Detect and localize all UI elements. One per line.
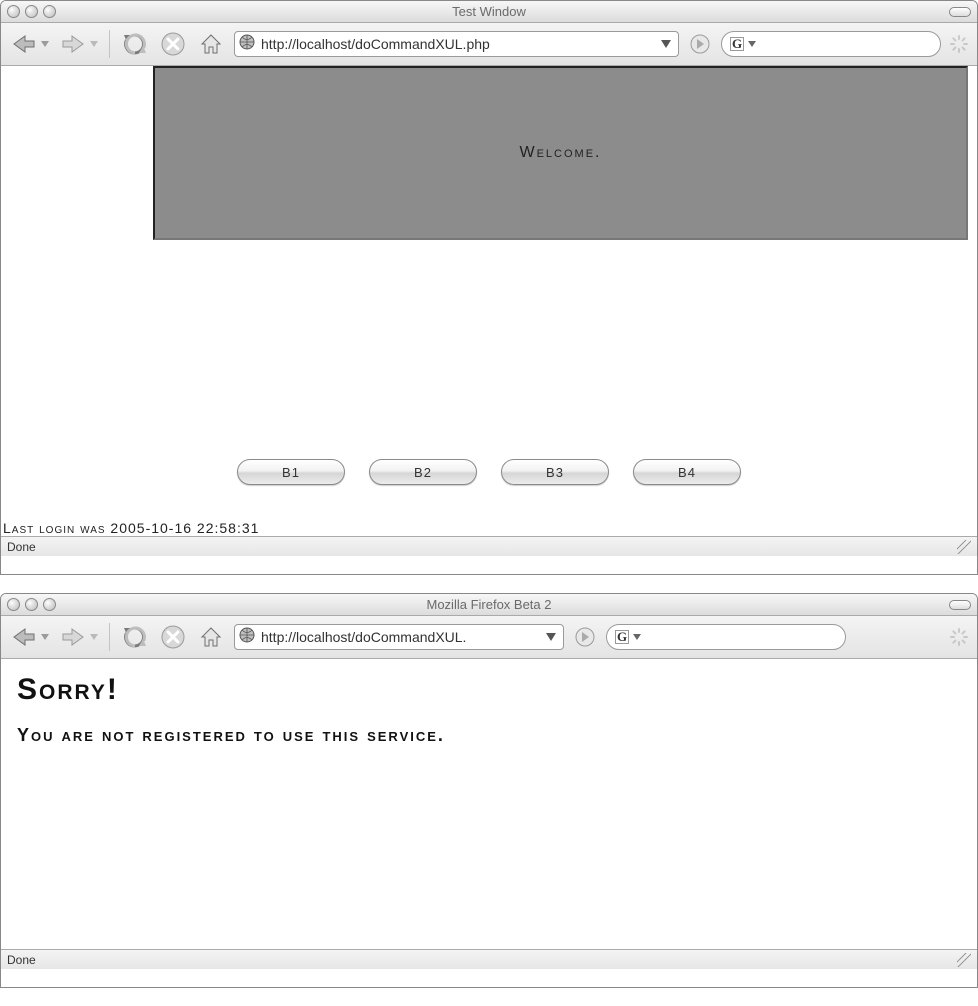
- site-identity-icon[interactable]: [239, 627, 255, 648]
- back-history-dropdown[interactable]: [40, 32, 50, 56]
- toolbar-toggle-pill[interactable]: [949, 7, 971, 17]
- search-engine-icon[interactable]: G: [730, 37, 744, 51]
- forward-history-dropdown[interactable]: [89, 32, 99, 56]
- browser-toolbar: http://localhost/doCommandXUL. G: [1, 616, 977, 659]
- statusbar: Done: [1, 949, 977, 969]
- forward-history-dropdown[interactable]: [89, 625, 99, 649]
- search-engine-icon[interactable]: G: [615, 630, 629, 644]
- window-test: Test Window: [0, 0, 978, 575]
- throbber-icon: [949, 627, 969, 647]
- button-row: B1 B2 B3 B4: [1, 459, 977, 485]
- url-bar[interactable]: http://localhost/doCommandXUL.php: [234, 31, 679, 57]
- titlebar[interactable]: Mozilla Firefox Beta 2: [1, 594, 977, 616]
- traffic-lights: [7, 598, 56, 611]
- home-icon: [198, 31, 224, 57]
- globe-icon: [239, 34, 255, 50]
- stop-icon: [160, 31, 186, 57]
- back-button-group: [9, 622, 50, 652]
- globe-icon: [239, 627, 255, 643]
- home-button[interactable]: [196, 29, 226, 59]
- button-b3[interactable]: B3: [501, 459, 609, 485]
- activity-throbber: [949, 34, 969, 54]
- home-button[interactable]: [196, 622, 226, 652]
- forward-button[interactable]: [58, 622, 88, 652]
- back-history-dropdown[interactable]: [40, 625, 50, 649]
- stop-button[interactable]: [158, 29, 188, 59]
- forward-button-group: [58, 29, 99, 59]
- go-button[interactable]: [572, 624, 598, 650]
- go-icon: [575, 627, 595, 647]
- go-button[interactable]: [687, 31, 713, 57]
- back-button[interactable]: [9, 29, 39, 59]
- activity-throbber: [949, 627, 969, 647]
- forward-arrow-icon: [60, 626, 86, 648]
- button-b1[interactable]: B1: [237, 459, 345, 485]
- minimize-window-button[interactable]: [25, 598, 38, 611]
- go-icon: [690, 34, 710, 54]
- content-area: Welcome. B1 B2 B3 B4 Last login was 2005…: [1, 66, 977, 536]
- close-window-button[interactable]: [7, 5, 20, 18]
- welcome-panel: Welcome.: [153, 66, 968, 240]
- window-firefox-beta: Mozilla Firefox Beta 2: [0, 593, 978, 988]
- search-engine-dropdown-icon[interactable]: [633, 634, 641, 640]
- titlebar[interactable]: Test Window: [1, 1, 977, 23]
- reload-icon: [122, 31, 148, 57]
- stop-button[interactable]: [158, 622, 188, 652]
- button-b2[interactable]: B2: [369, 459, 477, 485]
- minimize-window-button[interactable]: [25, 5, 38, 18]
- forward-button-group: [58, 622, 99, 652]
- reload-icon: [122, 624, 148, 650]
- toolbar-toggle-pill[interactable]: [949, 600, 971, 610]
- close-window-button[interactable]: [7, 598, 20, 611]
- back-button[interactable]: [9, 622, 39, 652]
- toolbar-separator: [109, 30, 110, 58]
- traffic-lights: [7, 5, 56, 18]
- url-text[interactable]: http://localhost/doCommandXUL.php: [261, 36, 652, 52]
- forward-arrow-icon: [60, 33, 86, 55]
- zoom-window-button[interactable]: [43, 598, 56, 611]
- welcome-text: Welcome.: [519, 144, 601, 162]
- toolbar-separator: [109, 623, 110, 651]
- status-text: Done: [7, 540, 36, 554]
- error-body: You are not registered to use this servi…: [17, 725, 961, 746]
- content-area: Sorry! You are not registered to use thi…: [1, 659, 977, 949]
- window-title: Mozilla Firefox Beta 2: [1, 597, 977, 612]
- search-bar[interactable]: G: [606, 624, 846, 650]
- search-bar[interactable]: G: [721, 31, 941, 57]
- url-bar[interactable]: http://localhost/doCommandXUL.: [234, 624, 564, 650]
- button-b4[interactable]: B4: [633, 459, 741, 485]
- error-heading: Sorry!: [17, 673, 961, 707]
- status-text: Done: [7, 953, 36, 967]
- search-engine-dropdown-icon[interactable]: [748, 41, 756, 47]
- back-arrow-icon: [11, 33, 37, 55]
- site-identity-icon[interactable]: [239, 34, 255, 55]
- browser-toolbar: http://localhost/doCommandXUL.php G: [1, 23, 977, 66]
- reload-button[interactable]: [120, 622, 150, 652]
- throbber-icon: [949, 34, 969, 54]
- home-icon: [198, 624, 224, 650]
- back-arrow-icon: [11, 626, 37, 648]
- resize-grip[interactable]: [957, 953, 971, 967]
- resize-grip[interactable]: [957, 540, 971, 554]
- zoom-window-button[interactable]: [43, 5, 56, 18]
- last-login-text: Last login was 2005-10-16 22:58:31: [3, 520, 259, 536]
- forward-button[interactable]: [58, 29, 88, 59]
- url-text[interactable]: http://localhost/doCommandXUL.: [261, 629, 537, 645]
- stop-icon: [160, 624, 186, 650]
- statusbar: Done: [1, 536, 977, 556]
- reload-button[interactable]: [120, 29, 150, 59]
- error-message-block: Sorry! You are not registered to use thi…: [1, 659, 977, 746]
- back-button-group: [9, 29, 50, 59]
- window-title: Test Window: [1, 4, 977, 19]
- url-history-dropdown[interactable]: [658, 40, 674, 48]
- url-history-dropdown[interactable]: [543, 633, 559, 641]
